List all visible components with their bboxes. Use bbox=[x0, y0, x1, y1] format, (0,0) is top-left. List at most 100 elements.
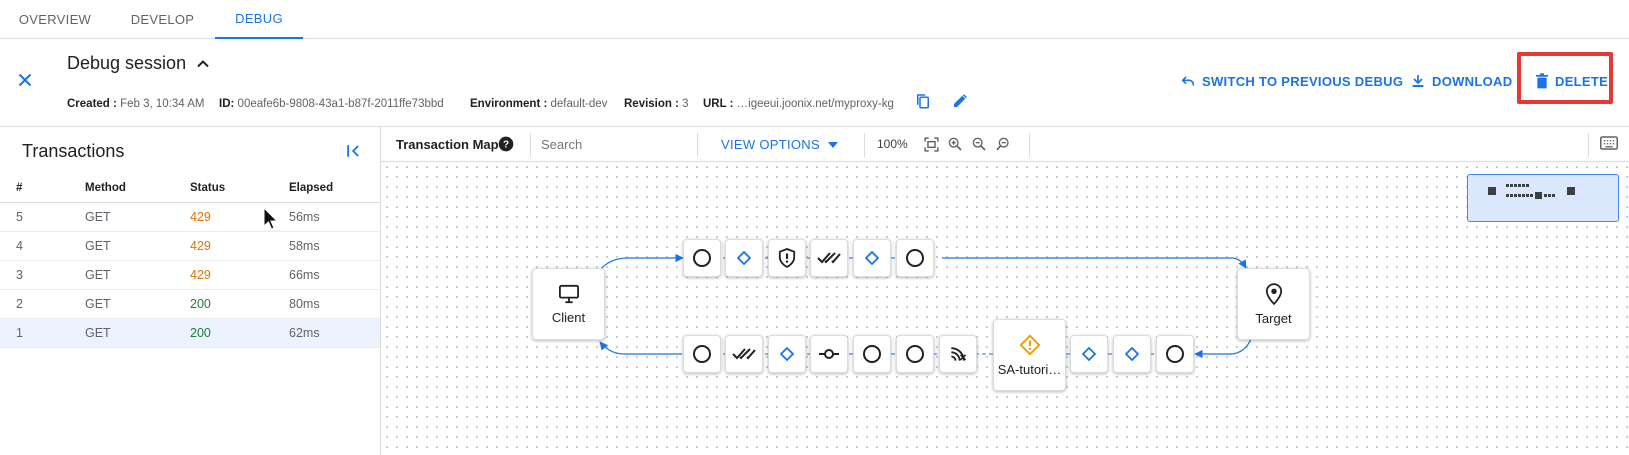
download-button[interactable]: DOWNLOAD bbox=[1410, 70, 1512, 92]
svg-text:?: ? bbox=[503, 139, 509, 150]
caret-down-icon bbox=[827, 141, 838, 148]
response-step-condition[interactable] bbox=[1070, 335, 1108, 373]
response-step-circle[interactable] bbox=[896, 335, 934, 373]
diamond-icon bbox=[737, 251, 751, 265]
url-meta: URL : …igeeui.joonix.net/myproxy-kg bbox=[703, 98, 894, 110]
revision-meta: Revision : 3 bbox=[624, 98, 689, 110]
zoom-out-icon[interactable] bbox=[971, 136, 987, 152]
download-icon bbox=[1410, 73, 1426, 89]
row-status: 200 bbox=[190, 326, 211, 340]
commit-icon bbox=[818, 347, 840, 361]
response-step-circle[interactable] bbox=[853, 335, 891, 373]
delete-button[interactable]: DELETE bbox=[1535, 70, 1608, 92]
location-pin-icon bbox=[1265, 282, 1283, 305]
response-step-signal[interactable] bbox=[939, 335, 977, 373]
client-node[interactable]: Client bbox=[532, 268, 605, 340]
transaction-map-canvas[interactable]: Client Target SA-tutori… bbox=[382, 162, 1629, 455]
row-elapsed: 62ms bbox=[289, 326, 320, 340]
request-step-circle[interactable] bbox=[896, 239, 934, 277]
response-step-commit[interactable] bbox=[810, 335, 848, 373]
row-status: 429 bbox=[190, 239, 211, 253]
transactions-table-header: # Method Status Elapsed bbox=[0, 173, 380, 203]
zoom-in-icon[interactable] bbox=[947, 136, 963, 152]
target-node[interactable]: Target bbox=[1237, 268, 1310, 340]
table-row[interactable]: 2 GET 200 80ms bbox=[0, 290, 380, 319]
diamond-icon bbox=[1125, 347, 1139, 361]
column-header-method: Method bbox=[85, 181, 126, 194]
zoom-reset-icon[interactable] bbox=[995, 136, 1011, 152]
row-status: 429 bbox=[190, 210, 211, 224]
keyboard-icon[interactable] bbox=[1600, 136, 1618, 152]
collapse-panel-icon[interactable] bbox=[344, 141, 364, 161]
request-step-condition[interactable] bbox=[853, 239, 891, 277]
circle-icon bbox=[905, 344, 925, 364]
shield-icon bbox=[778, 248, 796, 268]
response-step-verify[interactable] bbox=[725, 335, 763, 373]
circle-icon bbox=[862, 344, 882, 364]
response-step-circle[interactable] bbox=[1156, 335, 1194, 373]
row-number: 2 bbox=[16, 297, 23, 311]
row-status: 429 bbox=[190, 268, 211, 282]
column-header-status: Status bbox=[190, 181, 226, 194]
double-check-icon bbox=[817, 250, 841, 266]
zoom-level: 100% bbox=[877, 137, 908, 151]
diamond-icon bbox=[1082, 347, 1096, 361]
transactions-panel: Transactions # Method Status Elapsed 5 G… bbox=[0, 127, 381, 455]
circle-icon bbox=[905, 248, 925, 268]
row-status: 200 bbox=[190, 297, 211, 311]
view-options-dropdown[interactable]: VIEW OPTIONS bbox=[721, 137, 838, 152]
row-elapsed: 80ms bbox=[289, 297, 320, 311]
map-toolbar: Transaction Map ? VIEW OPTIONS 100% bbox=[381, 127, 1629, 162]
column-header-elapsed: Elapsed bbox=[289, 181, 334, 194]
created-meta: Created : Feb 3, 10:34 AM bbox=[67, 98, 205, 110]
request-step-condition[interactable] bbox=[725, 239, 763, 277]
row-method: GET bbox=[85, 210, 111, 224]
transaction-map-label: Transaction Map bbox=[396, 137, 499, 152]
edit-icon[interactable] bbox=[951, 92, 969, 110]
search-input[interactable] bbox=[541, 131, 681, 158]
diamond-icon bbox=[780, 347, 794, 361]
table-row-selected[interactable]: 1 GET 200 62ms bbox=[0, 319, 380, 348]
row-method: GET bbox=[85, 239, 111, 253]
table-row[interactable]: 4 GET 429 58ms bbox=[0, 232, 380, 261]
environment-meta: Environment : default-dev bbox=[470, 98, 608, 110]
chevron-up-icon[interactable] bbox=[193, 54, 213, 74]
fit-to-screen-icon[interactable] bbox=[923, 136, 940, 153]
trash-icon bbox=[1535, 73, 1549, 89]
row-elapsed: 56ms bbox=[289, 210, 320, 224]
request-step-security[interactable] bbox=[768, 239, 806, 277]
sa-tutorial-policy-node[interactable]: SA-tutori… bbox=[993, 319, 1066, 391]
response-step-condition[interactable] bbox=[1113, 335, 1151, 373]
transactions-title: Transactions bbox=[22, 141, 125, 161]
circle-icon bbox=[692, 344, 712, 364]
copy-icon[interactable] bbox=[914, 92, 932, 110]
column-header-number: # bbox=[16, 181, 23, 194]
mouse-cursor-icon bbox=[263, 207, 279, 231]
request-step-verify[interactable] bbox=[810, 239, 848, 277]
diamond-icon bbox=[865, 251, 879, 265]
page-title: Debug session bbox=[67, 53, 187, 73]
undo-icon bbox=[1180, 73, 1196, 89]
monitor-icon bbox=[558, 284, 580, 304]
tab-overview[interactable]: OVERVIEW bbox=[0, 0, 110, 39]
row-method: GET bbox=[85, 268, 111, 282]
tab-develop[interactable]: DEVELOP bbox=[110, 0, 215, 39]
table-row[interactable]: 5 GET 429 56ms bbox=[0, 203, 380, 232]
row-elapsed: 58ms bbox=[289, 239, 320, 253]
tab-bar: OVERVIEW DEVELOP DEBUG bbox=[0, 0, 1629, 39]
minimap-preview bbox=[1488, 184, 1575, 199]
table-row[interactable]: 3 GET 429 66ms bbox=[0, 261, 380, 290]
request-step-circle[interactable] bbox=[683, 239, 721, 277]
help-icon[interactable]: ? bbox=[498, 136, 514, 152]
row-number: 4 bbox=[16, 239, 23, 253]
response-step-condition[interactable] bbox=[768, 335, 806, 373]
close-icon[interactable] bbox=[14, 69, 36, 91]
response-step-circle[interactable] bbox=[683, 335, 721, 373]
row-number: 5 bbox=[16, 210, 23, 224]
switch-previous-debug-button[interactable]: SWITCH TO PREVIOUS DEBUG bbox=[1180, 70, 1403, 92]
row-number: 3 bbox=[16, 268, 23, 282]
minimap[interactable] bbox=[1467, 174, 1619, 222]
tab-debug[interactable]: DEBUG bbox=[215, 0, 303, 39]
id-meta: ID: 00eafe6b-9808-43a1-b87f-2011ffe73bbd bbox=[219, 98, 444, 110]
row-number: 1 bbox=[16, 326, 23, 340]
